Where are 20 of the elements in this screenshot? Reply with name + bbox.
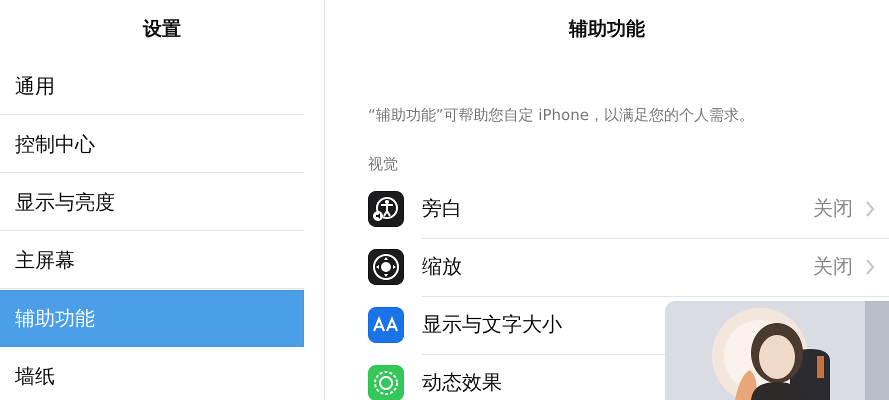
row-label: 显示与文字大小	[422, 311, 563, 338]
sidebar-item[interactable]: 显示与亮度	[0, 174, 304, 231]
page-title: 辅助功能	[569, 17, 645, 42]
sidebar-item[interactable]: 主屏幕	[0, 232, 304, 289]
sidebar-item[interactable]: 通用	[0, 58, 304, 115]
section-header: 视觉	[368, 155, 399, 174]
text-size-icon	[368, 307, 404, 343]
row-value: 关闭	[813, 195, 853, 222]
description-text: “辅助功能”可帮助您自定 iPhone，以满足您的个人需求。	[368, 106, 755, 125]
chevron-icon	[865, 200, 875, 218]
sidebar-title: 设置	[143, 17, 181, 42]
row-label: 旁白	[422, 195, 463, 222]
row-label: 动态效果	[422, 369, 503, 396]
zoom-dial-icon	[368, 249, 404, 285]
row-label: 缩放	[422, 253, 463, 280]
sidebar-item[interactable]: 墙纸	[0, 348, 304, 400]
chevron-icon	[865, 258, 875, 276]
row-value: 关闭	[813, 253, 853, 280]
accessibility-person-icon	[368, 191, 404, 227]
sidebar-item[interactable]: 控制中心	[0, 116, 304, 173]
